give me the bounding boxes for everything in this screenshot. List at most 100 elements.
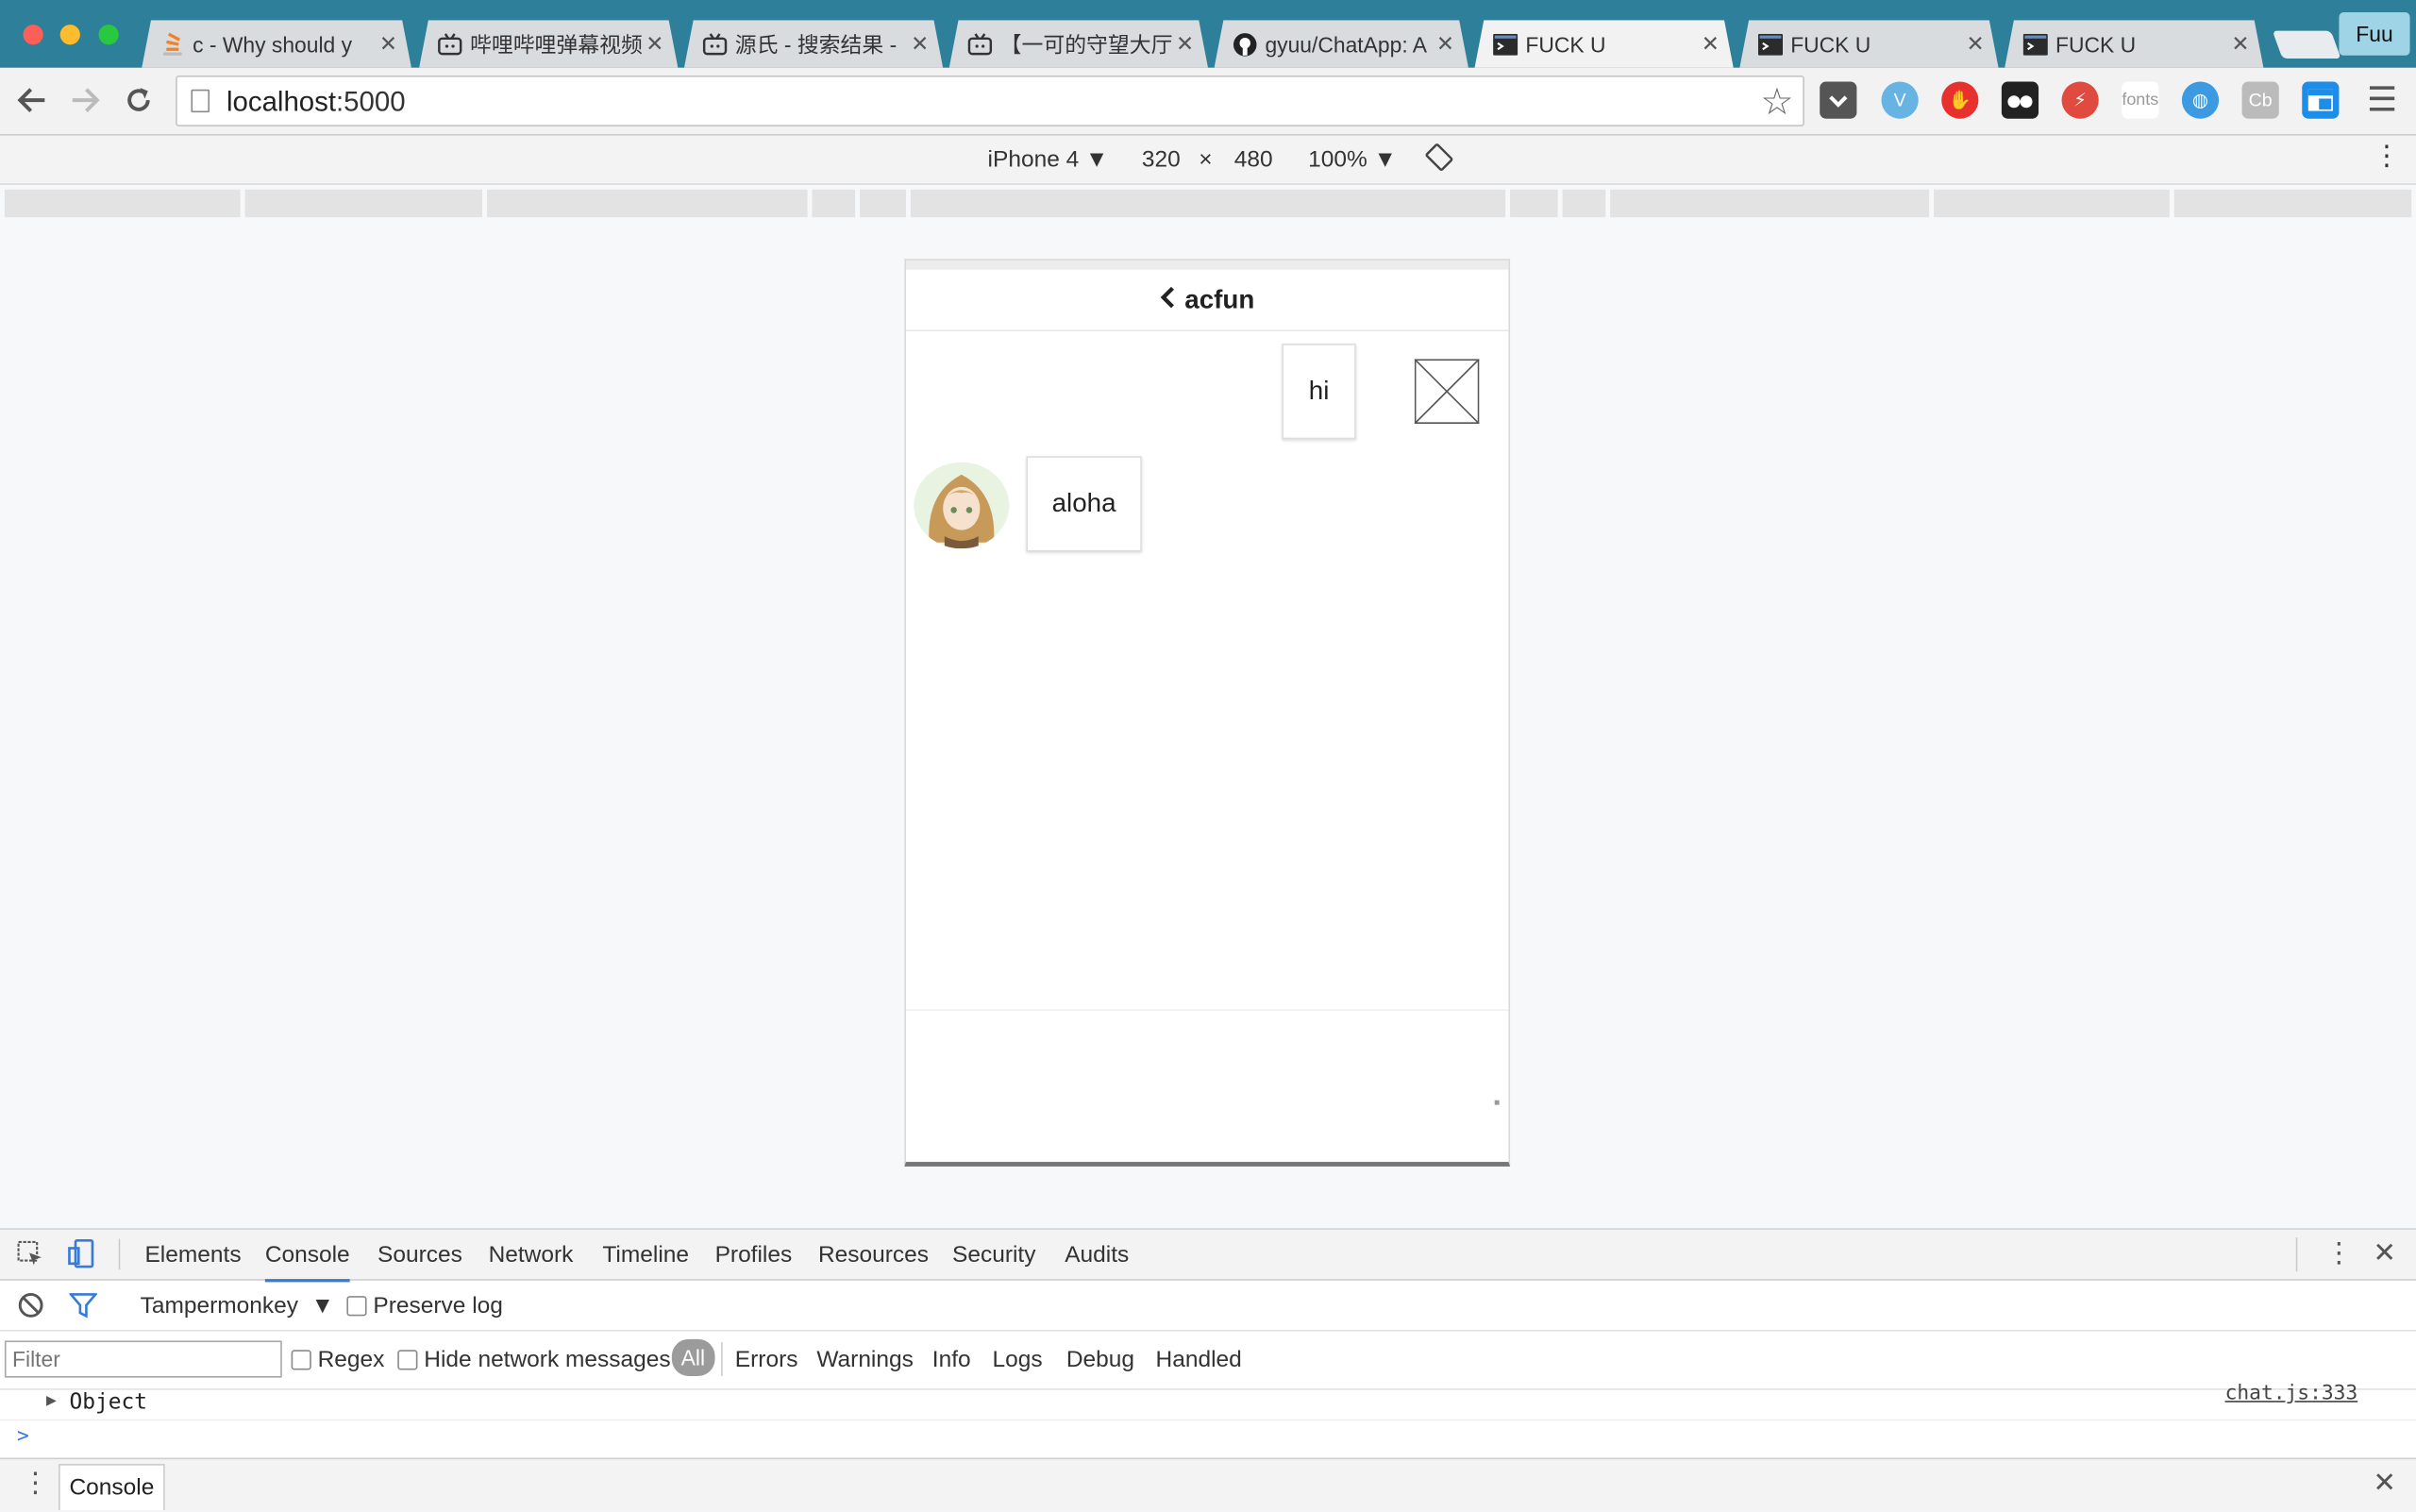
- tab-title: 【一可的守望大厅: [999, 31, 1173, 57]
- forward-arrow-icon[interactable]: [66, 83, 103, 120]
- url-text: localhost:5000: [226, 86, 406, 118]
- console-log-entry[interactable]: ▶ Object chat.js:333: [0, 1383, 2416, 1421]
- tab-resources[interactable]: Resources: [818, 1242, 929, 1268]
- zoom-window-button[interactable]: [98, 25, 119, 45]
- tab-security[interactable]: Security: [952, 1242, 1035, 1268]
- media-query-segment[interactable]: [812, 189, 856, 218]
- level-all-button[interactable]: All: [671, 1338, 714, 1377]
- browser-tab[interactable]: 源氏 - 搜索结果 - ✕: [684, 20, 943, 68]
- device-toolbar: iPhone 4 ▼ 320 × 480 100% ▼ ⋮: [0, 135, 2416, 185]
- tampermonkey-extension-icon[interactable]: [2001, 81, 2039, 119]
- reload-icon[interactable]: [120, 83, 157, 120]
- back-chevron-icon[interactable]: [1160, 283, 1175, 315]
- tab-close-icon[interactable]: ✕: [378, 31, 399, 58]
- log-source-link[interactable]: chat.js:333: [2225, 1383, 2358, 1405]
- level-errors-button[interactable]: Errors: [735, 1347, 798, 1373]
- pocket-extension-icon[interactable]: [1820, 81, 1857, 119]
- close-devtools-icon[interactable]: ✕: [2373, 1237, 2396, 1269]
- drawer-tab-console[interactable]: Console: [59, 1464, 165, 1511]
- tab-timeline[interactable]: Timeline: [602, 1242, 689, 1268]
- device-select[interactable]: iPhone 4 ▼: [988, 146, 1109, 173]
- browser-tab[interactable]: FUCK U ✕: [1739, 20, 1998, 68]
- expand-triangle-icon[interactable]: ▶: [46, 1390, 57, 1410]
- browser-tab[interactable]: 哔哩哔哩弹幕视频 ✕: [419, 20, 678, 68]
- tab-title: FUCK U: [1790, 31, 1871, 57]
- tab-title: gyuu/ChatApp: A: [1265, 31, 1428, 57]
- level-info-button[interactable]: Info: [932, 1347, 971, 1373]
- level-warnings-button[interactable]: Warnings: [816, 1347, 914, 1373]
- media-query-segment[interactable]: [2173, 189, 2412, 218]
- execution-context-select[interactable]: Tampermonkey ▼: [141, 1293, 334, 1319]
- zoom-select[interactable]: 100% ▼: [1308, 146, 1397, 173]
- browser-tab[interactable]: 【一可的守望大厅 ✕: [949, 20, 1208, 68]
- media-query-segment[interactable]: [1610, 189, 1930, 218]
- device-height-input[interactable]: 480: [1234, 146, 1273, 173]
- page-icon: [191, 89, 210, 113]
- tab-sources[interactable]: Sources: [378, 1242, 462, 1268]
- profile-button[interactable]: Fuu: [2339, 12, 2410, 56]
- drawer-menu-icon[interactable]: ⋮: [22, 1467, 49, 1499]
- console-filter-input[interactable]: [4, 1340, 282, 1378]
- cb-extension-icon[interactable]: Cb: [2241, 81, 2279, 119]
- level-logs-button[interactable]: Logs: [992, 1347, 1042, 1373]
- fonts-extension-icon[interactable]: fonts: [2122, 81, 2159, 119]
- globe-extension-icon[interactable]: ◍: [2181, 81, 2220, 119]
- hide-network-checkbox[interactable]: Hide network messages: [397, 1347, 671, 1373]
- devtools-drawer: ⋮ Console ✕: [0, 1457, 2416, 1512]
- tab-close-icon[interactable]: ✕: [2230, 31, 2252, 58]
- plug-extension-icon[interactable]: ⚡: [2061, 81, 2099, 119]
- preserve-log-checkbox[interactable]: Preserve log: [346, 1293, 503, 1319]
- tab-console[interactable]: Console: [264, 1242, 350, 1283]
- tab-close-icon[interactable]: ✕: [909, 31, 931, 58]
- back-arrow-icon[interactable]: [14, 83, 51, 120]
- tab-profiles[interactable]: Profiles: [715, 1242, 793, 1268]
- chat-title: acfun: [1184, 284, 1255, 314]
- tab-audits[interactable]: Audits: [1065, 1242, 1129, 1268]
- media-query-segment[interactable]: [4, 189, 241, 218]
- media-query-segment[interactable]: [910, 189, 1506, 218]
- level-handled-button[interactable]: Handled: [1156, 1347, 1242, 1373]
- tab-elements[interactable]: Elements: [144, 1242, 241, 1268]
- avatar[interactable]: [914, 462, 1010, 549]
- clear-console-icon[interactable]: [17, 1291, 44, 1325]
- media-query-segment[interactable]: [860, 189, 907, 218]
- device-mode-icon[interactable]: [68, 1239, 95, 1276]
- adblock-extension-icon[interactable]: ✋: [1941, 81, 1979, 119]
- close-window-button[interactable]: [23, 25, 43, 45]
- browser-tab[interactable]: c - Why should y ✕: [142, 20, 411, 68]
- device-width-input[interactable]: 320: [1142, 146, 1181, 173]
- resize-grip[interactable]: [1494, 1100, 1500, 1105]
- minimize-window-button[interactable]: [59, 25, 80, 45]
- window-extension-icon[interactable]: [2302, 81, 2340, 119]
- browser-tab-active[interactable]: FUCK U ✕: [1474, 20, 1733, 68]
- address-bar[interactable]: localhost:5000 ☆: [176, 76, 1804, 126]
- bookmark-star-icon[interactable]: ☆: [1760, 80, 1793, 125]
- media-query-segment[interactable]: [1510, 189, 1558, 218]
- rotate-icon[interactable]: [1425, 143, 1453, 177]
- close-drawer-icon[interactable]: ✕: [2373, 1467, 2396, 1499]
- new-tab-button[interactable]: [2272, 30, 2341, 59]
- media-query-segment[interactable]: [486, 189, 808, 218]
- filter-funnel-icon[interactable]: [68, 1291, 99, 1325]
- menu-hamburger-icon[interactable]: ☰: [2364, 80, 2401, 119]
- media-query-segment[interactable]: [1562, 189, 1606, 218]
- media-query-segment[interactable]: [1934, 189, 2170, 218]
- regex-checkbox[interactable]: Regex: [291, 1347, 384, 1373]
- browser-tab[interactable]: FUCK U ✕: [2005, 20, 2263, 68]
- tab-close-icon[interactable]: ✕: [1174, 31, 1196, 58]
- console-filter-bar: Regex Hide network messages All Errors W…: [0, 1332, 2416, 1390]
- tab-close-icon[interactable]: ✕: [1965, 31, 1987, 58]
- media-query-segment[interactable]: [244, 189, 483, 218]
- devtools-menu-icon[interactable]: ⋮: [2325, 1237, 2353, 1269]
- vimium-extension-icon[interactable]: V: [1881, 81, 1919, 119]
- tab-close-icon[interactable]: ✕: [1434, 31, 1456, 58]
- console-prompt[interactable]: >: [0, 1424, 2416, 1455]
- tab-network[interactable]: Network: [489, 1242, 574, 1268]
- tab-close-icon[interactable]: ✕: [644, 31, 665, 58]
- inspect-element-icon[interactable]: [17, 1240, 44, 1274]
- level-debug-button[interactable]: Debug: [1066, 1347, 1134, 1373]
- browser-tab[interactable]: gyuu/ChatApp: A ✕: [1215, 20, 1468, 68]
- more-options-icon[interactable]: ⋮: [2373, 141, 2400, 173]
- message-input[interactable]: [906, 1009, 1509, 1163]
- tab-close-icon[interactable]: ✕: [1700, 31, 1721, 58]
